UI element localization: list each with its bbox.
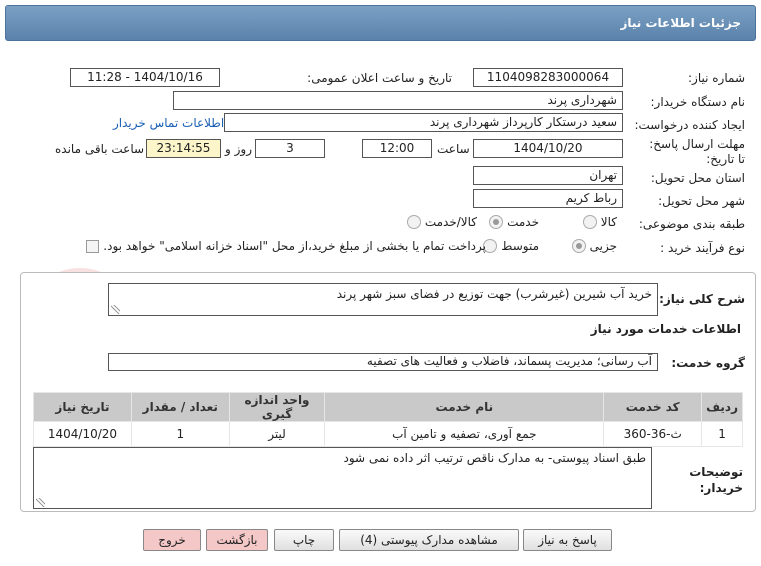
remaining-time-field: 23:14:55 (146, 139, 221, 158)
category-option-service[interactable]: خدمت (489, 215, 539, 229)
summary-text: خرید آب شیرین (غیرشرب) جهت توزیع در فضای… (336, 287, 652, 301)
buyer-contact-link[interactable]: اطلاعات تماس خریدار (113, 116, 224, 130)
notes-resize-handle-icon[interactable] (36, 498, 45, 507)
table-row: 1 ث-36-360 جمع آوری، تصفیه و تامین آب لی… (34, 422, 742, 446)
need-number-label: شماره نیاز: (688, 71, 745, 85)
col-header-quantity: تعداد / مقدار (131, 393, 229, 421)
province-label: استان محل تحویل: (650, 171, 745, 185)
category-goods-radio[interactable] (582, 215, 597, 229)
buyer-org-field: شهرداری پرند (173, 91, 623, 110)
announce-label: تاریخ و ساعت اعلان عمومی: (307, 71, 452, 85)
category-option-goods-service[interactable]: کالا/خدمت (406, 215, 477, 229)
category-option-service-label: خدمت (507, 215, 539, 229)
reply-button[interactable]: پاسخ به نیاز (523, 529, 612, 551)
col-header-service-name: نام خدمت (325, 393, 604, 421)
col-header-row-no: ردیف (702, 393, 742, 421)
buyer-notes-text: طبق اسناد پیوستی- به مدارک ناقص ترتیب اث… (343, 451, 647, 465)
category-option-goods[interactable]: کالا (582, 215, 617, 229)
buyer-notes-field: طبق اسناد پیوستی- به مدارک ناقص ترتیب اث… (33, 447, 652, 509)
process-option-minor[interactable]: جزیی (571, 239, 617, 253)
process-minor-radio[interactable] (571, 239, 586, 253)
table-header-row: ردیف کد خدمت نام خدمت واحد اندازه گیری ت… (34, 393, 742, 421)
process-option-medium-label: متوسط (501, 239, 539, 253)
exit-button[interactable]: خروج (143, 529, 201, 551)
back-button[interactable]: بازگشت (206, 529, 268, 551)
city-label: شهر محل تحویل: (658, 194, 745, 208)
service-group-field: آب رسانی؛ مدیریت پسماند، فاضلاب و فعالیت… (108, 353, 658, 371)
resize-handle-icon[interactable] (111, 305, 120, 314)
deadline-time-label: ساعت (437, 142, 470, 156)
cell-row-no: 1 (702, 422, 742, 446)
category-service-radio[interactable] (489, 215, 504, 229)
category-option-goods-service-label: کالا/خدمت (424, 215, 477, 229)
cell-service-code: ث-36-360 (604, 422, 702, 446)
service-group-label: گروه خدمت: (671, 356, 745, 370)
cell-service-name: جمع آوری، تصفیه و تامین آب (325, 422, 604, 446)
cell-need-date: 1404/10/20 (34, 422, 131, 446)
col-header-unit: واحد اندازه گیری (229, 393, 325, 421)
summary-label: شرح کلی نیاز: (659, 292, 745, 306)
deadline-time-field: 12:00 (362, 139, 432, 158)
treasury-note: پرداخت تمام یا بخشی از مبلغ خرید،از محل … (103, 239, 486, 253)
category-option-goods-label: کالا (600, 215, 617, 229)
summary-field: خرید آب شیرین (غیرشرب) جهت توزیع در فضای… (108, 283, 658, 316)
services-heading: اطلاعات خدمات مورد نیاز (590, 322, 741, 336)
view-attachments-button[interactable]: مشاهده مدارک پیوستی (4) (339, 529, 519, 551)
category-goods-service-radio[interactable] (406, 215, 421, 229)
category-label: طبقه بندی موضوعی: (638, 217, 745, 231)
col-header-need-date: تاریخ نیاز (34, 393, 131, 421)
creator-field: سعید درستکار کارپرداز شهرداری پرند (224, 113, 623, 132)
col-header-service-code: کد خدمت (604, 393, 702, 421)
remaining-time-label: ساعت باقی مانده (55, 142, 145, 156)
buyer-org-label: نام دستگاه خریدار: (650, 95, 746, 109)
print-button[interactable]: چاپ (274, 529, 334, 551)
days-label: روز و (225, 142, 252, 156)
treasury-option[interactable]: پرداخت تمام یا بخشی از مبلغ خرید،از محل … (86, 239, 486, 253)
days-remaining-field: 3 (255, 139, 325, 158)
deadline-label: مهلت ارسال پاسخ: تا تاریخ: (649, 137, 745, 166)
creator-label: ایجاد کننده درخواست: (634, 118, 745, 132)
treasury-checkbox[interactable] (86, 239, 100, 253)
page-title: جزئیات اطلاعات نیاز (620, 16, 741, 30)
process-label: نوع فرآیند خرید : (660, 241, 745, 255)
process-option-minor-label: جزیی (589, 239, 617, 253)
buyer-notes-label: توضیحات خریدار: (689, 465, 743, 495)
deadline-date-field: 1404/10/20 (473, 139, 623, 158)
cell-unit: لیتر (229, 422, 325, 446)
cell-quantity: 1 (131, 422, 229, 446)
announce-datetime-field: 1404/10/16 - 11:28 (70, 68, 220, 87)
page-title-bar: جزئیات اطلاعات نیاز (5, 5, 756, 41)
process-option-medium[interactable]: متوسط (483, 239, 539, 253)
province-field: تهران (473, 166, 623, 185)
services-table: ردیف کد خدمت نام خدمت واحد اندازه گیری ت… (33, 392, 743, 447)
need-number-field: 1104098283000064 (473, 68, 623, 87)
city-field: رباط کریم (473, 189, 623, 208)
